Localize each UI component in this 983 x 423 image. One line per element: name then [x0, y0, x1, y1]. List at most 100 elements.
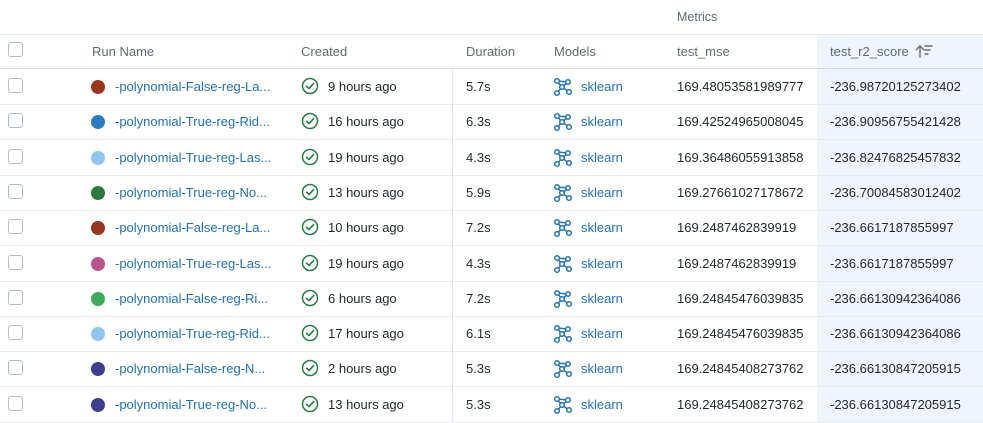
- success-check-icon: [301, 254, 319, 275]
- row-checkbox[interactable]: [8, 255, 23, 270]
- run-name-link[interactable]: -polynomial-True-reg-Rid...: [115, 316, 275, 351]
- model-graph-icon: [553, 289, 573, 312]
- column-header-duration[interactable]: Duration: [466, 34, 515, 68]
- column-header-test-r2-score[interactable]: test_r2_score: [830, 34, 933, 68]
- run-duration: 5.3s: [466, 361, 491, 376]
- run-color-indicator[interactable]: [91, 257, 105, 271]
- run-name-link[interactable]: -polynomial-False-reg-La...: [115, 210, 275, 245]
- test-mse-value: 169.27661027178672: [677, 185, 804, 200]
- test-r2-score-value: -236.66130847205915: [830, 397, 961, 412]
- column-divider: [452, 175, 453, 210]
- model-graph-icon: [553, 148, 573, 171]
- table-row[interactable]: -polynomial-True-reg-Las... 19 hours ago…: [0, 246, 983, 282]
- model-graph-icon: [553, 183, 573, 206]
- column-divider: [452, 281, 453, 316]
- created-time: 6 hours ago: [328, 291, 397, 306]
- row-checkbox[interactable]: [8, 396, 23, 411]
- row-checkbox[interactable]: [8, 78, 23, 93]
- model-graph-icon: [553, 359, 573, 382]
- run-color-indicator[interactable]: [91, 362, 105, 376]
- run-color-indicator[interactable]: [91, 221, 105, 235]
- test-mse-value: 169.42524965008045: [677, 114, 804, 129]
- table-header-row: Run Name Created Duration Models test_ms…: [0, 34, 983, 69]
- table-row[interactable]: -polynomial-False-reg-N... 2 hours ago 5…: [0, 351, 983, 387]
- table-row[interactable]: -polynomial-True-reg-Rid... 16 hours ago…: [0, 104, 983, 140]
- model-link[interactable]: sklearn: [581, 140, 623, 175]
- created-time: 19 hours ago: [328, 150, 404, 165]
- runs-table: Metrics Run Name Created Duration Models…: [0, 0, 983, 423]
- run-color-indicator[interactable]: [91, 398, 105, 412]
- test-r2-score-value: -236.66130942364086: [830, 291, 961, 306]
- model-link[interactable]: sklearn: [581, 69, 623, 104]
- run-color-indicator[interactable]: [91, 186, 105, 200]
- model-link[interactable]: sklearn: [581, 281, 623, 316]
- table-row[interactable]: -polynomial-False-reg-Ri... 6 hours ago …: [0, 281, 983, 317]
- run-name-link[interactable]: -polynomial-False-reg-Ri...: [115, 281, 275, 316]
- column-header-models[interactable]: Models: [554, 34, 596, 68]
- success-check-icon: [301, 359, 319, 380]
- model-link[interactable]: sklearn: [581, 175, 623, 210]
- row-checkbox[interactable]: [8, 360, 23, 375]
- model-graph-icon: [553, 395, 573, 418]
- row-checkbox[interactable]: [8, 184, 23, 199]
- run-name-link[interactable]: -polynomial-False-reg-N...: [115, 351, 275, 386]
- run-duration: 6.1s: [466, 326, 491, 341]
- row-checkbox[interactable]: [8, 149, 23, 164]
- column-header-test-mse[interactable]: test_mse: [677, 34, 730, 68]
- created-time: 13 hours ago: [328, 185, 404, 200]
- run-name-link[interactable]: -polynomial-True-reg-Las...: [115, 246, 275, 281]
- created-time: 9 hours ago: [328, 79, 397, 94]
- row-checkbox[interactable]: [8, 290, 23, 305]
- row-checkbox[interactable]: [8, 325, 23, 340]
- sort-descending-icon[interactable]: [915, 36, 933, 72]
- select-all-checkbox[interactable]: [8, 42, 23, 57]
- run-name-link[interactable]: -polynomial-True-reg-Las...: [115, 140, 275, 175]
- created-time: 2 hours ago: [328, 361, 397, 376]
- test-r2-score-value: -236.66130847205915: [830, 361, 961, 376]
- test-mse-value: 169.48053581989777: [677, 79, 804, 94]
- table-row[interactable]: -polynomial-False-reg-La... 10 hours ago…: [0, 210, 983, 246]
- test-r2-score-value: -236.90956755421428: [830, 114, 961, 129]
- model-link[interactable]: sklearn: [581, 351, 623, 386]
- model-link[interactable]: sklearn: [581, 316, 623, 351]
- model-link[interactable]: sklearn: [581, 210, 623, 245]
- table-row[interactable]: -polynomial-True-reg-Las... 19 hours ago…: [0, 140, 983, 176]
- column-header-run-name[interactable]: Run Name: [92, 34, 154, 68]
- column-divider: [452, 104, 453, 139]
- table-row[interactable]: -polynomial-False-reg-La... 9 hours ago …: [0, 69, 983, 105]
- created-time: 13 hours ago: [328, 397, 404, 412]
- row-checkbox[interactable]: [8, 219, 23, 234]
- metrics-group-label: Metrics: [677, 10, 718, 24]
- run-color-indicator[interactable]: [91, 80, 105, 94]
- table-row[interactable]: -polynomial-True-reg-Rid... 17 hours ago…: [0, 316, 983, 352]
- model-link[interactable]: sklearn: [581, 387, 623, 422]
- run-duration: 5.3s: [466, 397, 491, 412]
- created-time: 17 hours ago: [328, 326, 404, 341]
- run-name-link[interactable]: -polynomial-True-reg-No...: [115, 387, 275, 422]
- model-link[interactable]: sklearn: [581, 246, 623, 281]
- run-color-indicator[interactable]: [91, 151, 105, 165]
- run-color-indicator[interactable]: [91, 292, 105, 306]
- run-name-link[interactable]: -polynomial-True-reg-Rid...: [115, 104, 275, 139]
- model-graph-icon: [553, 324, 573, 347]
- run-duration: 5.7s: [466, 79, 491, 94]
- row-checkbox[interactable]: [8, 113, 23, 128]
- test-mse-value: 169.24845408273762: [677, 397, 804, 412]
- column-header-test-r2-score-label: test_r2_score: [830, 44, 909, 59]
- run-name-link[interactable]: -polynomial-True-reg-No...: [115, 175, 275, 210]
- success-check-icon: [301, 148, 319, 169]
- table-row[interactable]: -polynomial-True-reg-No... 13 hours ago …: [0, 387, 983, 423]
- success-check-icon: [301, 395, 319, 416]
- test-mse-value: 169.36486055913858: [677, 150, 804, 165]
- column-header-created[interactable]: Created: [301, 34, 347, 68]
- success-check-icon: [301, 183, 319, 204]
- run-name-link[interactable]: -polynomial-False-reg-La...: [115, 69, 275, 104]
- run-color-indicator[interactable]: [91, 115, 105, 129]
- run-duration: 7.2s: [466, 291, 491, 306]
- model-link[interactable]: sklearn: [581, 104, 623, 139]
- table-row[interactable]: -polynomial-True-reg-No... 13 hours ago …: [0, 175, 983, 211]
- column-divider: [452, 69, 453, 104]
- run-color-indicator[interactable]: [91, 327, 105, 341]
- test-r2-score-value: -236.82476825457832: [830, 150, 961, 165]
- column-divider: [452, 387, 453, 422]
